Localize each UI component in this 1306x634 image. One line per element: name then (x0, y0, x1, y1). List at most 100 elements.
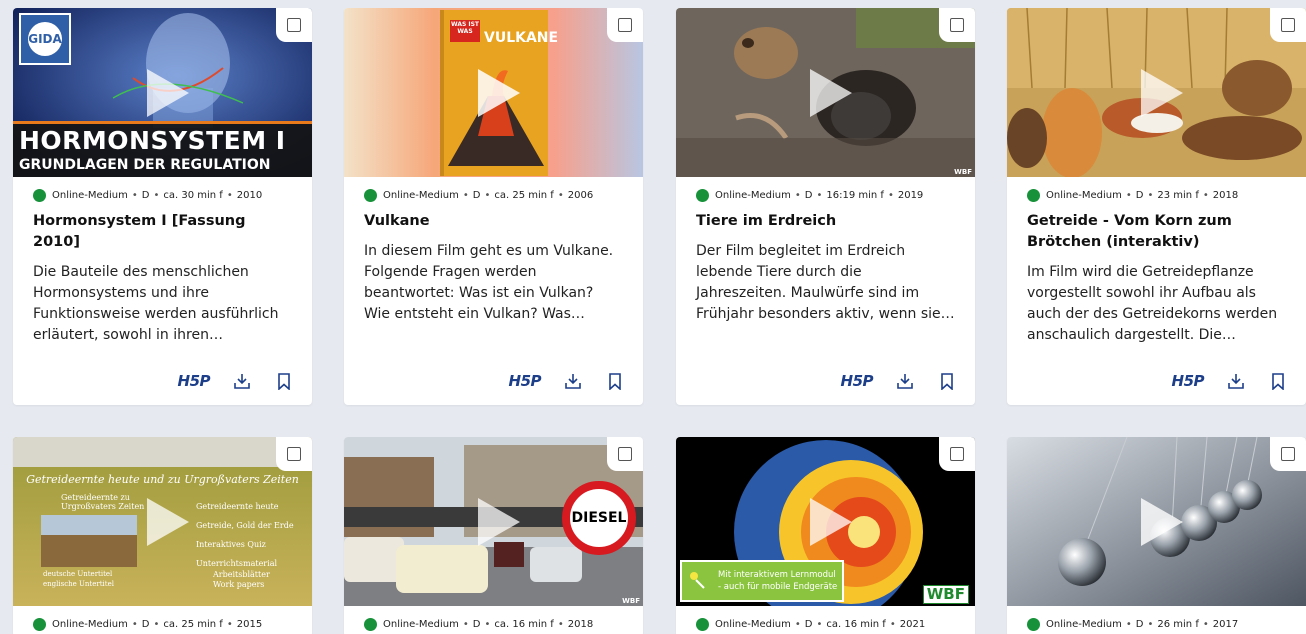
download-icon[interactable] (563, 371, 583, 391)
h5p-button[interactable]: H5P (509, 372, 542, 390)
video-thumbnail[interactable]: Mit interaktivem Lernmodul - auch für mo… (676, 437, 975, 606)
select-checkbox-area[interactable] (276, 8, 312, 42)
select-checkbox-area[interactable] (939, 8, 975, 42)
video-thumbnail[interactable]: DIESEL WBF (344, 437, 643, 606)
play-icon[interactable] (476, 496, 522, 548)
year: 2018 (1212, 189, 1239, 201)
medium-type: Online-Medium (1046, 618, 1122, 630)
select-checkbox[interactable] (287, 447, 301, 461)
h5p-button[interactable]: H5P (1172, 372, 1205, 390)
bookmark-icon[interactable] (274, 371, 294, 391)
play-icon[interactable] (808, 496, 854, 548)
menu-item: Unterrichtsmaterial (196, 559, 278, 568)
download-icon[interactable] (232, 371, 252, 391)
duration: 26 min f (1157, 618, 1199, 630)
card-title[interactable]: Tiere im Erdreich (676, 211, 975, 232)
media-meta: Online-Medium • D • ca. 16 min f • 2021 (676, 616, 975, 632)
menu-item: Work papers (213, 580, 265, 589)
select-checkbox[interactable] (950, 18, 964, 32)
language: D (1135, 618, 1144, 630)
select-checkbox-area[interactable] (607, 8, 643, 42)
video-thumbnail[interactable]: WBF (676, 8, 975, 177)
play-icon[interactable] (808, 67, 854, 119)
badge-text: Mit interaktivem Lernmodul (718, 570, 836, 580)
menu-item: Getreide, Gold der Erde (196, 521, 294, 530)
download-icon[interactable] (1226, 371, 1246, 391)
bookmark-icon[interactable] (937, 371, 957, 391)
card-title[interactable]: Getreide - Vom Korn zum Brötchen (intera… (1007, 211, 1306, 253)
card-description: Im Film wird die Getreidepflanze vorgest… (1027, 264, 1278, 343)
video-thumbnail[interactable] (1007, 8, 1306, 177)
select-checkbox-area[interactable] (939, 437, 975, 471)
select-checkbox[interactable] (287, 18, 301, 32)
online-status-icon (33, 188, 46, 202)
online-status-icon (1027, 617, 1040, 631)
media-meta: Online-Medium • D • ca. 25 min f • 2015 (13, 616, 312, 632)
video-thumbnail[interactable]: WAS IST WAS VULKANE (344, 8, 643, 177)
media-card[interactable]: DIESEL WBF Online-Medium • D • ca. 16 min … (344, 437, 643, 634)
badge-text: - auch für mobile Endgeräte (718, 582, 838, 592)
select-checkbox[interactable] (618, 447, 632, 461)
play-icon[interactable] (145, 67, 191, 119)
language: D (472, 189, 481, 201)
play-icon[interactable] (476, 67, 522, 119)
thumbnail-title: HORMONSYSTEM I (19, 126, 286, 155)
video-thumbnail[interactable]: GIDA HORMONSYSTEM I GRUNDLAGEN DER REGUL… (13, 8, 312, 177)
language: D (804, 189, 813, 201)
duration: ca. 25 min f (494, 189, 554, 201)
year: 2006 (567, 189, 594, 201)
media-card[interactable]: WAS IST WAS VULKANE Online-Medium • D • ca… (344, 8, 643, 405)
medium-type: Online-Medium (383, 618, 459, 630)
medium-type: Online-Medium (1046, 189, 1122, 201)
year: 2017 (1212, 618, 1239, 630)
cover-title: VULKANE (484, 30, 559, 46)
select-checkbox[interactable] (1281, 18, 1295, 32)
online-status-icon (33, 617, 46, 631)
media-card[interactable]: Mit interaktivem Lernmodul - auch für mo… (676, 437, 975, 634)
language: D (141, 618, 150, 630)
select-checkbox-area[interactable] (1270, 437, 1306, 471)
play-icon[interactable] (145, 496, 191, 548)
bookmark-icon[interactable] (1268, 371, 1288, 391)
language: D (472, 618, 481, 630)
medium-type: Online-Medium (52, 618, 128, 630)
h5p-button[interactable]: H5P (178, 372, 211, 390)
media-card[interactable]: WBF Online-Medium • D • 16:19 min f • 2019 … (676, 8, 975, 405)
menu-item: Getreideernte heute (196, 502, 279, 511)
download-icon[interactable] (895, 371, 915, 391)
duration: 23 min f (1157, 189, 1199, 201)
video-thumbnail[interactable] (1007, 437, 1306, 606)
select-checkbox[interactable] (618, 18, 632, 32)
medium-type: Online-Medium (715, 189, 791, 201)
card-description: Die Bauteile des menschlichen Hormonsyst… (33, 264, 279, 343)
card-title[interactable]: Hormonsystem I [Fassung 2010] (13, 211, 312, 253)
select-checkbox-area[interactable] (607, 437, 643, 471)
select-checkbox[interactable] (1281, 447, 1295, 461)
media-card[interactable]: Online-Medium • D • 23 min f • 2018 Getreid… (1007, 8, 1306, 405)
menu-item: Arbeitsblätter (213, 570, 270, 579)
media-card[interactable]: GIDA HORMONSYSTEM I GRUNDLAGEN DER REGUL… (13, 8, 312, 405)
card-actions: H5P (178, 371, 294, 391)
media-card[interactable]: Online-Medium • D • 26 min f • 2017 (1007, 437, 1306, 634)
language: D (141, 189, 150, 201)
online-status-icon (364, 617, 377, 631)
select-checkbox-area[interactable] (1270, 8, 1306, 42)
duration: ca. 25 min f (163, 618, 223, 630)
h5p-button[interactable]: H5P (841, 372, 874, 390)
bookmark-icon[interactable] (605, 371, 625, 391)
media-meta: Online-Medium • D • 26 min f • 2017 (1007, 616, 1306, 632)
thumbnail-subtitle: GRUNDLAGEN DER REGULATION (19, 157, 271, 173)
card-title[interactable]: Vulkane (344, 211, 643, 232)
interactive-module-badge: Mit interaktivem Lernmodul - auch für mo… (680, 560, 844, 602)
play-icon[interactable] (1139, 67, 1185, 119)
year: 2018 (567, 618, 594, 630)
touch-hand-icon (690, 572, 705, 589)
video-thumbnail[interactable]: Getreideernte heute und zu Urgroßvaters … (13, 437, 312, 606)
select-checkbox-area[interactable] (276, 437, 312, 471)
play-icon[interactable] (1139, 496, 1185, 548)
media-meta: Online-Medium • D • ca. 16 min f • 2018 (344, 616, 643, 632)
media-card[interactable]: Getreideernte heute und zu Urgroßvaters … (13, 437, 312, 634)
menu-item: englische Untertitel (43, 580, 114, 588)
year: 2015 (236, 618, 263, 630)
select-checkbox[interactable] (950, 447, 964, 461)
